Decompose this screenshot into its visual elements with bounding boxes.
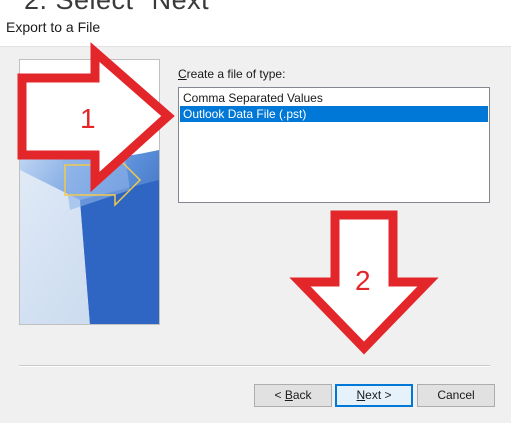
export-dialog: Export to a File Create a file of type: … — [0, 10, 511, 423]
file-type-label-text: reate a file of type: — [186, 67, 286, 81]
list-item-pst[interactable]: Outlook Data File (.pst) — [180, 106, 488, 122]
file-type-listbox[interactable]: Comma Separated Values Outlook Data File… — [178, 87, 490, 203]
file-type-label: Create a file of type: — [178, 67, 285, 81]
wizard-graphic-icon — [20, 60, 159, 324]
list-item-csv[interactable]: Comma Separated Values — [180, 90, 488, 106]
dialog-title: Export to a File — [6, 19, 101, 35]
next-button-mnemonic: N — [356, 388, 366, 402]
back-button-label: ack — [292, 388, 312, 402]
back-button-prefix: < — [274, 388, 285, 402]
file-type-label-mnemonic: C — [178, 67, 187, 81]
wizard-side-image — [19, 59, 160, 325]
back-button-mnemonic: B — [284, 388, 293, 402]
back-button[interactable]: < Back — [254, 384, 332, 407]
next-button-label: ext > — [365, 388, 392, 402]
divider — [19, 365, 490, 367]
title-bar: Export to a File — [0, 10, 511, 47]
next-button[interactable]: Next > — [335, 384, 413, 407]
cancel-button[interactable]: Cancel — [417, 384, 495, 407]
